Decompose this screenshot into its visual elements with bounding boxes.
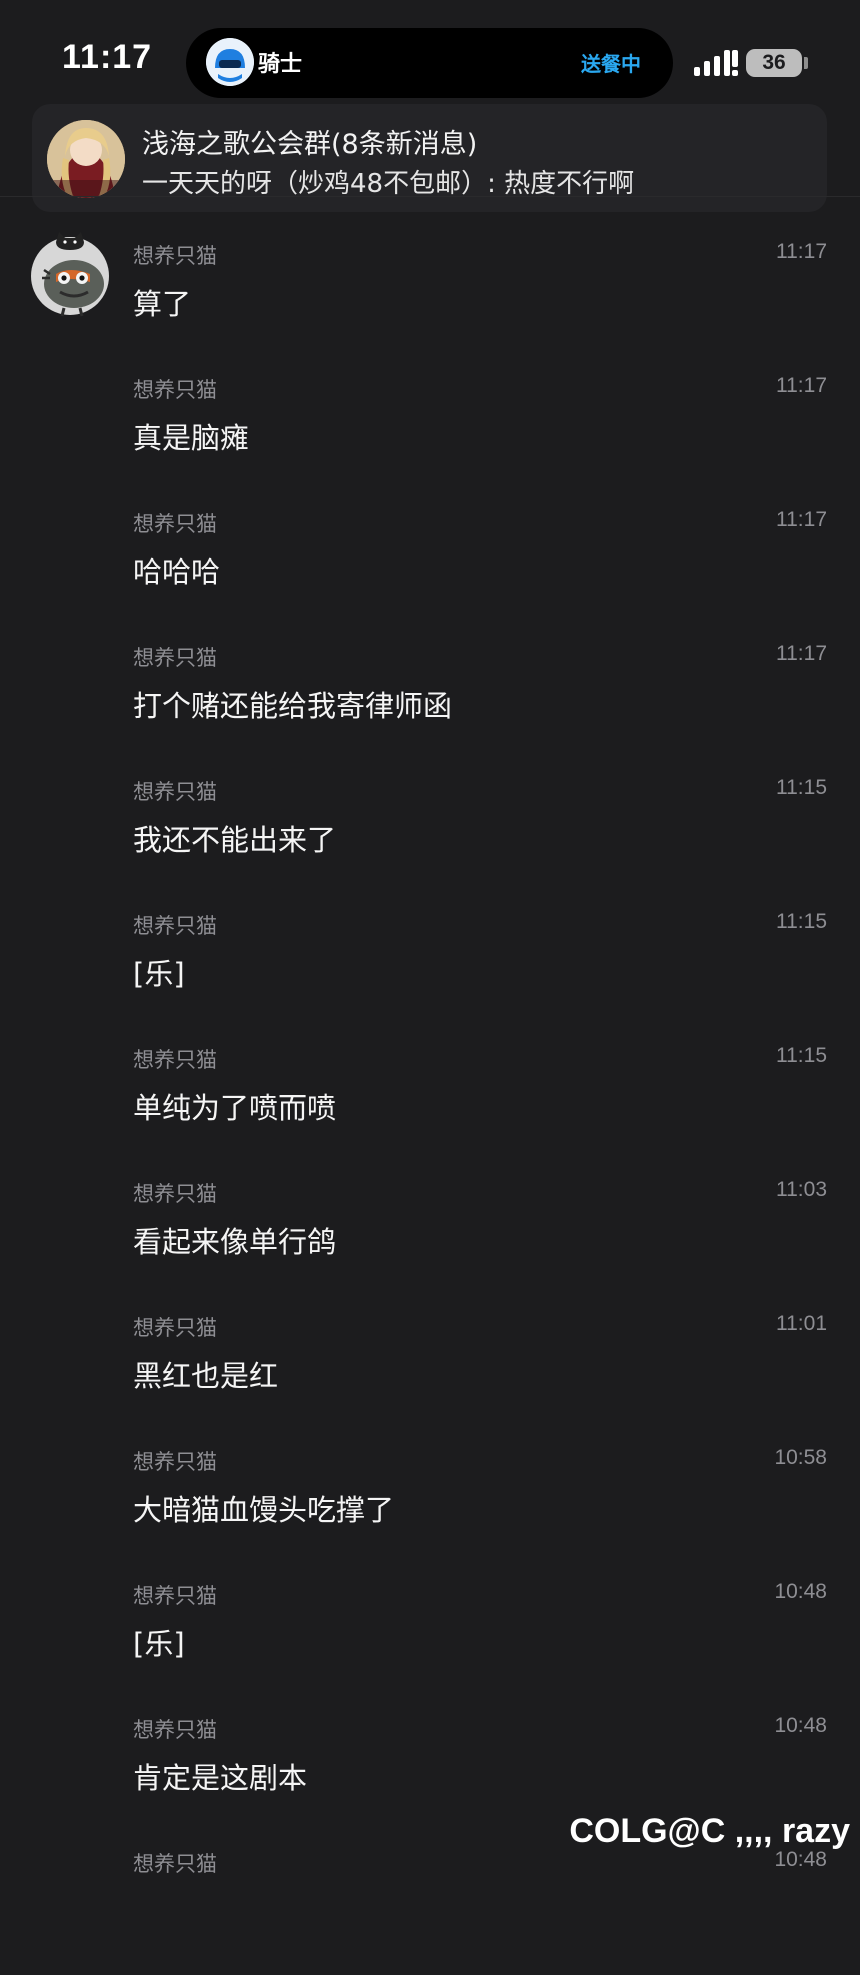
message-item[interactable]: 想养只猫 11:15 单纯为了喷而喷 [0, 1037, 860, 1171]
message-text: 哈哈哈 [133, 555, 221, 589]
message-time: 11:17 [776, 508, 827, 531]
message-item[interactable]: 想养只猫 11:17 真是脑瘫 [0, 367, 860, 501]
live-activity-status: 送餐中 [581, 52, 641, 76]
message-time: 11:01 [776, 1312, 827, 1335]
message-text: [乐] [133, 1627, 185, 1661]
battery-level: 36 [762, 51, 786, 74]
message-time: 11:15 [776, 1044, 827, 1067]
battery-icon: 36 [746, 49, 802, 77]
message-text: 真是脑瘫 [133, 421, 250, 455]
message-item[interactable]: 想养只猫 10:48 [乐] [0, 1573, 860, 1707]
status-bar: 11:17 骑士 送餐中 36 [0, 0, 860, 100]
notification-body: 一天天的呀（炒鸡48不包邮）: 热度不行啊 [142, 169, 635, 199]
message-sender: 想养只猫 [133, 244, 217, 268]
message-text: 打个赌还能给我寄律师函 [133, 689, 453, 723]
header-divider [0, 196, 860, 197]
message-sender: 想养只猫 [133, 1316, 217, 1340]
message-time: 10:48 [774, 1714, 827, 1737]
message-item[interactable]: 想养只猫 11:01 黑红也是红 [0, 1305, 860, 1439]
message-text: 看起来像单行鸽 [133, 1225, 337, 1259]
message-time: 11:17 [776, 374, 827, 397]
message-time: 11:03 [776, 1178, 827, 1201]
message-item[interactable]: 想养只猫 11:15 [乐] [0, 903, 860, 1037]
message-time: 11:15 [776, 776, 827, 799]
message-item[interactable]: 想养只猫 10:58 大暗猫血馒头吃撑了 [0, 1439, 860, 1573]
message-item[interactable]: 想养只猫 11:15 我还不能出来了 [0, 769, 860, 903]
message-time: 10:58 [774, 1446, 827, 1469]
message-time: 11:15 [776, 910, 827, 933]
message-item[interactable]: 想养只猫 11:17 算了 [0, 233, 860, 367]
message-sender: 想养只猫 [133, 1584, 217, 1608]
message-text: 单纯为了喷而喷 [133, 1091, 337, 1125]
message-list: 想养只猫 11:17 算了 想养只猫 11:17 真是脑瘫 想养只猫 11:17… [0, 233, 860, 1975]
message-sender: 想养只猫 [133, 1048, 217, 1072]
message-text: 算了 [133, 287, 192, 321]
message-sender: 想养只猫 [133, 780, 217, 804]
cellular-signal-icon [694, 50, 738, 76]
message-sender: 想养只猫 [133, 378, 217, 402]
message-text: 黑红也是红 [133, 1359, 279, 1393]
live-activity-title: 骑士 [258, 52, 303, 77]
message-text: [乐] [133, 957, 185, 991]
message-sender: 想养只猫 [133, 914, 217, 938]
message-sender: 想养只猫 [133, 1182, 217, 1206]
message-sender: 想养只猫 [133, 1450, 217, 1474]
message-sender: 想养只猫 [133, 646, 217, 670]
message-item[interactable]: 想养只猫 11:03 看起来像单行鸽 [0, 1171, 860, 1305]
message-sender: 想养只猫 [133, 512, 217, 536]
message-sender: 想养只猫 [133, 1718, 217, 1742]
group-avatar [47, 120, 125, 198]
message-text: 肯定是这剧本 [133, 1761, 308, 1795]
status-time: 11:17 [62, 38, 153, 76]
battery-cap [804, 57, 808, 69]
message-item[interactable]: 想养只猫 10:48 [0, 1841, 860, 1975]
colg-watermark: COLG@C ,,,, razy [569, 1812, 850, 1850]
message-time: 11:17 [776, 240, 827, 263]
message-sender: 想养只猫 [133, 1852, 217, 1876]
message-time: 10:48 [774, 1580, 827, 1603]
message-time: 10:48 [774, 1848, 827, 1871]
rider-helmet-icon [206, 38, 254, 86]
message-item[interactable]: 想养只猫 11:17 哈哈哈 [0, 501, 860, 635]
dynamic-island-live-activity[interactable]: 骑士 送餐中 [186, 28, 673, 98]
message-time: 11:17 [776, 642, 827, 665]
message-text: 我还不能出来了 [133, 823, 337, 857]
message-item[interactable]: 想养只猫 11:17 打个赌还能给我寄律师函 [0, 635, 860, 769]
notification-title: 浅海之歌公会群(8条新消息) [142, 129, 478, 160]
message-text: 大暗猫血馒头吃撑了 [133, 1493, 395, 1527]
